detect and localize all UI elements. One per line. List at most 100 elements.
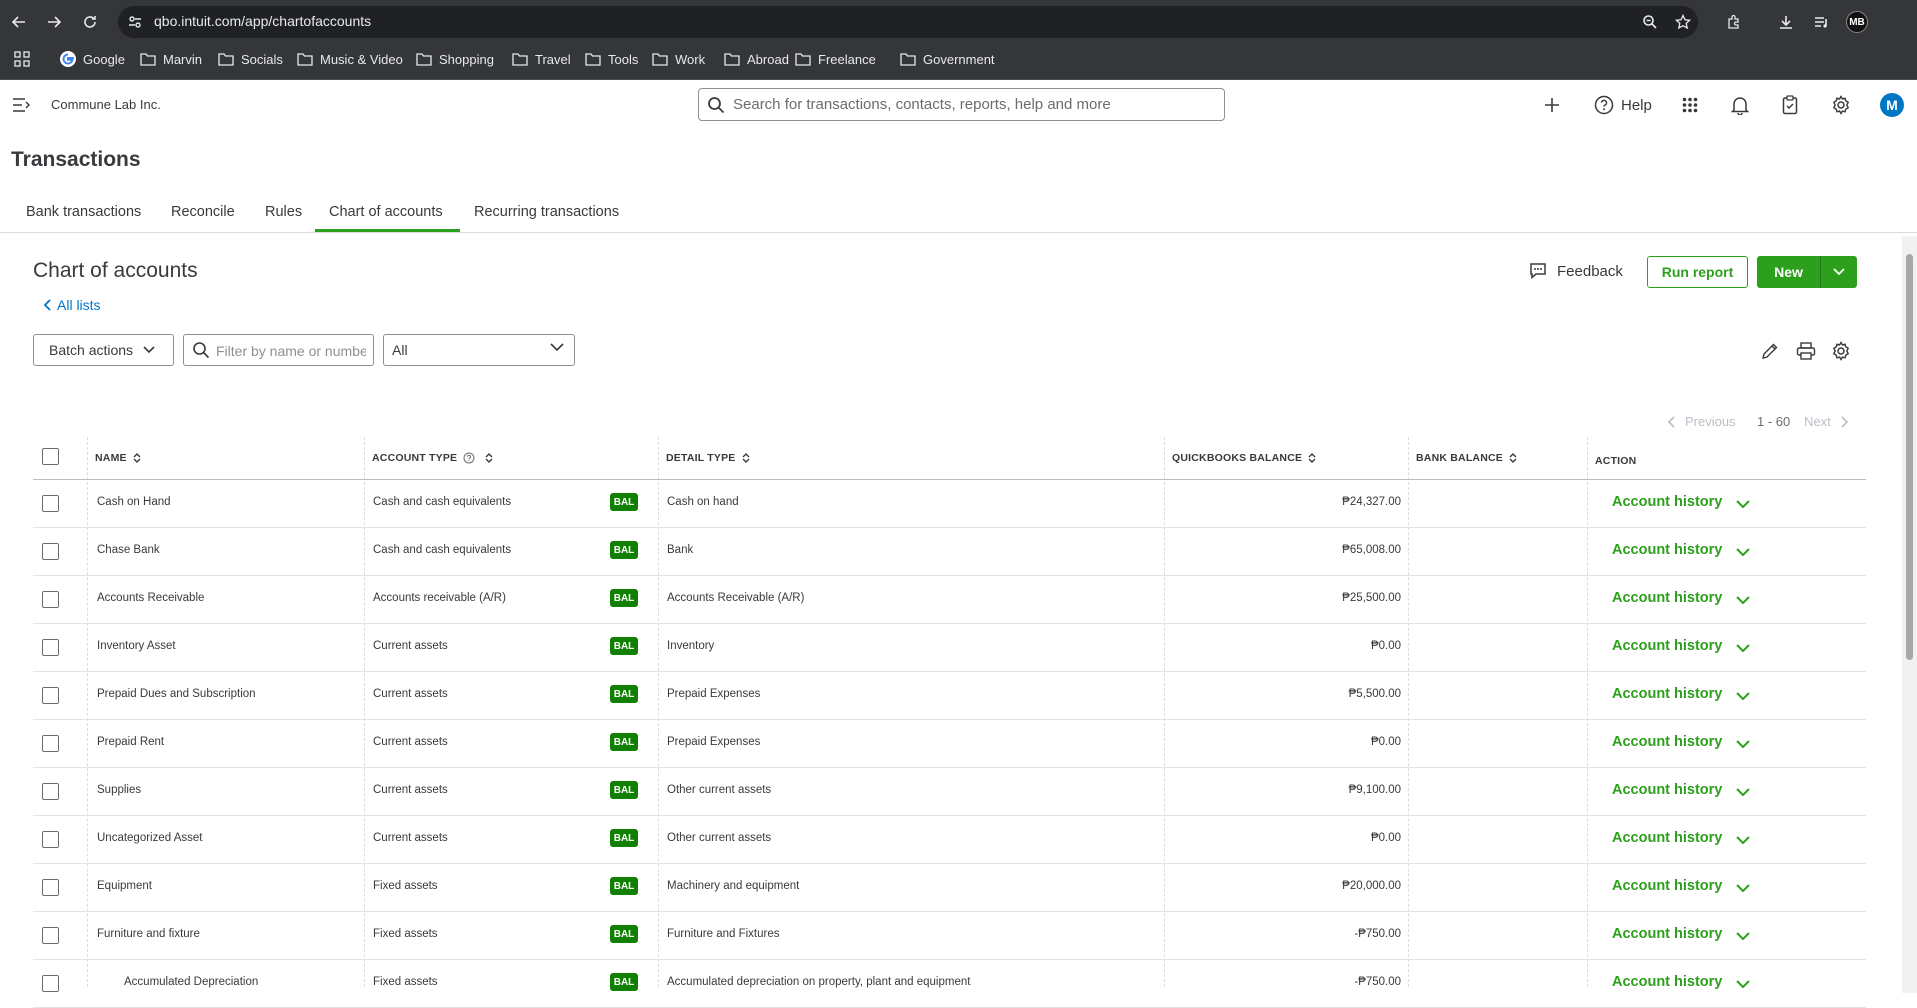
bookmark-folder[interactable]: Travel bbox=[512, 50, 571, 68]
new-dropdown-button[interactable] bbox=[1821, 256, 1857, 288]
col-account-type-header[interactable]: ACCOUNT TYPE bbox=[372, 452, 493, 464]
row-checkbox[interactable] bbox=[42, 543, 59, 560]
account-name[interactable]: Prepaid Rent bbox=[97, 736, 164, 748]
account-name[interactable]: Accounts Receivable bbox=[97, 592, 204, 604]
chevron-down-icon[interactable] bbox=[1733, 974, 1753, 994]
help-icon[interactable] bbox=[1592, 93, 1616, 117]
col-detail-type-header[interactable]: DETAIL TYPE bbox=[666, 452, 750, 464]
account-name[interactable]: Chase Bank bbox=[97, 544, 160, 556]
account-name[interactable]: Cash on Hand bbox=[97, 496, 171, 508]
back-arrow-icon[interactable] bbox=[7, 10, 31, 34]
account-name[interactable]: Accumulated Depreciation bbox=[124, 976, 258, 988]
row-checkbox[interactable] bbox=[42, 639, 59, 656]
account-name[interactable]: Inventory Asset bbox=[97, 640, 176, 652]
chevron-down-icon[interactable] bbox=[1733, 782, 1753, 802]
bookmark-google[interactable]: Google bbox=[60, 50, 125, 68]
bell-icon[interactable] bbox=[1728, 93, 1752, 117]
tab-recurring-transactions[interactable]: Recurring transactions bbox=[474, 204, 619, 220]
account-history-link[interactable]: Account history bbox=[1612, 878, 1722, 894]
chevron-down-icon[interactable] bbox=[1733, 686, 1753, 706]
row-checkbox[interactable] bbox=[42, 831, 59, 848]
chevron-down-icon[interactable] bbox=[1733, 830, 1753, 850]
media-queue-icon[interactable] bbox=[1809, 10, 1833, 34]
bookmark-folder[interactable]: Freelance bbox=[795, 50, 876, 68]
row-checkbox[interactable] bbox=[42, 975, 59, 992]
account-history-link[interactable]: Account history bbox=[1612, 638, 1722, 654]
menu-collapse-icon[interactable] bbox=[9, 93, 33, 117]
row-checkbox[interactable] bbox=[42, 687, 59, 704]
row-checkbox[interactable] bbox=[42, 591, 59, 608]
account-name[interactable]: Equipment bbox=[97, 880, 152, 892]
account-history-link[interactable]: Account history bbox=[1612, 926, 1722, 942]
bookmark-star-icon[interactable] bbox=[1671, 10, 1695, 34]
forward-arrow-icon[interactable] bbox=[42, 10, 66, 34]
task-clipboard-icon[interactable] bbox=[1778, 93, 1802, 117]
pager-previous[interactable]: Previous bbox=[1667, 414, 1736, 429]
edit-pencil-icon[interactable] bbox=[1758, 339, 1782, 363]
feedback-button[interactable]: Feedback bbox=[1529, 262, 1623, 280]
account-history-link[interactable]: Account history bbox=[1612, 830, 1722, 846]
user-avatar[interactable]: M bbox=[1880, 93, 1904, 117]
reload-icon[interactable] bbox=[78, 10, 102, 34]
account-name[interactable]: Prepaid Dues and Subscription bbox=[97, 688, 256, 700]
bookmark-folder[interactable]: Marvin bbox=[140, 50, 202, 68]
print-icon[interactable] bbox=[1794, 339, 1818, 363]
row-checkbox[interactable] bbox=[42, 927, 59, 944]
row-checkbox[interactable] bbox=[42, 783, 59, 800]
bookmark-folder[interactable]: Abroad bbox=[724, 50, 789, 68]
col-name-header[interactable]: NAME bbox=[95, 452, 141, 464]
search-placeholder[interactable]: Search for transactions, contacts, repor… bbox=[733, 96, 1111, 113]
chevron-down-icon[interactable] bbox=[1733, 494, 1753, 514]
account-history-link[interactable]: Account history bbox=[1612, 782, 1722, 798]
bookmark-folder[interactable]: Tools bbox=[585, 50, 638, 68]
help-label[interactable]: Help bbox=[1621, 97, 1652, 114]
apps-grid-icon[interactable] bbox=[1678, 93, 1702, 117]
col-qb-balance-header[interactable]: QUICKBOOKS BALANCE bbox=[1172, 452, 1316, 464]
settings-gear-icon[interactable] bbox=[1829, 93, 1853, 117]
pager-next[interactable]: Next bbox=[1804, 414, 1849, 429]
filter-input[interactable] bbox=[216, 341, 366, 361]
row-checkbox[interactable] bbox=[42, 735, 59, 752]
tab-rules[interactable]: Rules bbox=[265, 204, 302, 220]
tab-reconcile[interactable]: Reconcile bbox=[171, 204, 235, 220]
site-info-icon[interactable] bbox=[123, 10, 147, 34]
all-lists-label[interactable]: All lists bbox=[57, 297, 101, 313]
col-bank-balance-header[interactable]: BANK BALANCE bbox=[1416, 452, 1517, 464]
download-icon[interactable] bbox=[1774, 10, 1798, 34]
account-history-link[interactable]: Account history bbox=[1612, 974, 1722, 990]
account-name[interactable]: Supplies bbox=[97, 784, 141, 796]
zoom-icon[interactable] bbox=[1638, 10, 1662, 34]
info-icon[interactable] bbox=[463, 452, 475, 464]
row-checkbox[interactable] bbox=[42, 495, 59, 512]
chevron-down-icon[interactable] bbox=[1733, 926, 1753, 946]
apps-grid-icon[interactable] bbox=[14, 51, 30, 67]
select-all-checkbox[interactable] bbox=[42, 448, 59, 465]
table-settings-gear-icon[interactable] bbox=[1829, 339, 1853, 363]
batch-actions-dropdown[interactable]: Batch actions bbox=[33, 334, 174, 366]
run-report-button[interactable]: Run report bbox=[1647, 256, 1748, 288]
account-name[interactable]: Furniture and fixture bbox=[97, 928, 200, 940]
chevron-down-icon[interactable] bbox=[1733, 542, 1753, 562]
company-name[interactable]: Commune Lab Inc. bbox=[51, 97, 161, 112]
row-checkbox[interactable] bbox=[42, 879, 59, 896]
bookmark-folder[interactable]: Work bbox=[652, 50, 705, 68]
url-text[interactable]: qbo.intuit.com/app/chartofaccounts bbox=[154, 13, 371, 29]
account-history-link[interactable]: Account history bbox=[1612, 590, 1722, 606]
bookmark-folder[interactable]: Government bbox=[900, 50, 995, 68]
all-lists-link[interactable]: All lists bbox=[43, 297, 101, 313]
bookmark-folder[interactable]: Shopping bbox=[416, 50, 494, 68]
account-history-link[interactable]: Account history bbox=[1612, 542, 1722, 558]
account-history-link[interactable]: Account history bbox=[1612, 734, 1722, 750]
page-scrollbar[interactable] bbox=[1902, 236, 1917, 993]
account-history-link[interactable]: Account history bbox=[1612, 494, 1722, 510]
bookmark-folder[interactable]: Music & Video bbox=[297, 50, 403, 68]
account-type-filter-select[interactable]: All bbox=[383, 334, 575, 366]
account-name[interactable]: Uncategorized Asset bbox=[97, 832, 202, 844]
chevron-down-icon[interactable] bbox=[1733, 590, 1753, 610]
bookmark-folder[interactable]: Socials bbox=[218, 50, 283, 68]
extensions-icon[interactable] bbox=[1722, 10, 1746, 34]
new-button[interactable]: New bbox=[1757, 256, 1820, 288]
chevron-down-icon[interactable] bbox=[1733, 734, 1753, 754]
scrollbar-thumb[interactable] bbox=[1906, 254, 1913, 660]
plus-icon[interactable] bbox=[1540, 93, 1564, 117]
